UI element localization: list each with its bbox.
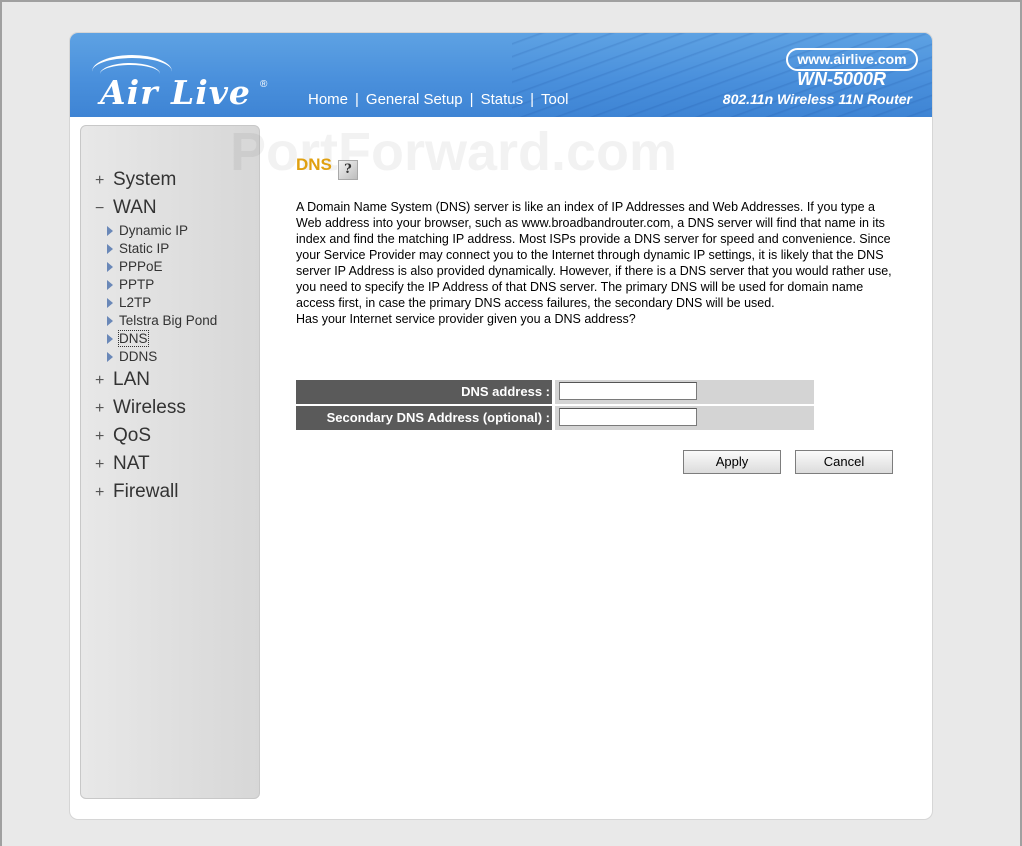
help-icon[interactable]: ? bbox=[337, 160, 358, 180]
submenu-item-label: PPPoE bbox=[119, 259, 163, 274]
nav-separator: | bbox=[530, 91, 534, 108]
submenu-item-label: PPTP bbox=[119, 277, 155, 292]
secondary-dns-cell bbox=[555, 406, 814, 430]
dns-address-label: DNS address : bbox=[296, 380, 552, 404]
sidebar-item-system[interactable]: + System bbox=[95, 166, 217, 194]
dns-form: DNS address : Secondary DNS Address (opt… bbox=[296, 380, 814, 432]
arrow-right-icon bbox=[107, 244, 113, 255]
sidebar-item-label: LAN bbox=[113, 369, 150, 390]
router-page: Air Live ® Home | General Setup | Status | Too… bbox=[70, 33, 932, 819]
dns-address-cell bbox=[555, 380, 814, 404]
window-frame-top bbox=[0, 0, 1022, 2]
secondary-dns-label: Secondary DNS Address (optional) : bbox=[296, 406, 552, 430]
arrow-right-icon bbox=[107, 352, 113, 363]
submenu-item-label: DNS bbox=[118, 330, 149, 347]
submenu-item-label: DDNS bbox=[119, 349, 158, 364]
wan-submenu: Dynamic IP Static IP PPPoE PPTP L2TP Tel… bbox=[107, 222, 217, 366]
airlive-logo: Air Live ® bbox=[92, 55, 272, 112]
submenu-item-label: Static IP bbox=[119, 241, 170, 256]
dns-address-input[interactable] bbox=[559, 382, 697, 400]
sidebar-item-label: QoS bbox=[113, 425, 152, 446]
nav-separator: | bbox=[355, 91, 359, 108]
page-description: A Domain Name System (DNS) server is lik… bbox=[296, 199, 896, 327]
sidebar-item-firewall[interactable]: + Firewall bbox=[95, 478, 217, 506]
logo-text: Air Live bbox=[100, 73, 251, 112]
submenu-item-dynamic-ip[interactable]: Dynamic IP bbox=[107, 222, 217, 240]
arrow-right-icon bbox=[107, 316, 113, 327]
expand-plus-icon: + bbox=[95, 400, 105, 417]
expand-plus-icon: + bbox=[95, 172, 105, 189]
submenu-item-label: Telstra Big Pond bbox=[119, 313, 218, 328]
model-name: WN-5000R bbox=[796, 69, 886, 89]
arrow-right-icon bbox=[107, 298, 113, 309]
sidebar-menu: + System − WAN Dynamic IP Static IP PPPoE … bbox=[95, 166, 217, 506]
arrow-right-icon bbox=[107, 280, 113, 291]
expand-plus-icon: + bbox=[95, 484, 105, 501]
submenu-item-pptp[interactable]: PPTP bbox=[107, 276, 217, 294]
apply-button[interactable]: Apply bbox=[683, 450, 781, 474]
expand-plus-icon: + bbox=[95, 372, 105, 389]
sidebar-item-nat[interactable]: + NAT bbox=[95, 450, 217, 478]
dns-address-row: DNS address : bbox=[296, 380, 814, 404]
arrow-right-icon bbox=[107, 334, 113, 345]
sidebar-item-label: Wireless bbox=[113, 397, 186, 418]
submenu-item-ddns[interactable]: DDNS bbox=[107, 348, 217, 366]
expand-plus-icon: + bbox=[95, 428, 105, 445]
submenu-item-l2tp[interactable]: L2TP bbox=[107, 294, 217, 312]
submenu-item-telstra-big-pond[interactable]: Telstra Big Pond bbox=[107, 312, 217, 330]
nav-status[interactable]: Status bbox=[481, 91, 524, 108]
secondary-dns-input[interactable] bbox=[559, 408, 697, 426]
sidebar-item-wireless[interactable]: + Wireless bbox=[95, 394, 217, 422]
website-url: www.airlive.com bbox=[786, 48, 918, 71]
sidebar-item-label: System bbox=[113, 169, 177, 190]
nav-general-setup[interactable]: General Setup bbox=[366, 91, 463, 108]
sidebar-item-lan[interactable]: + LAN bbox=[95, 366, 217, 394]
sidebar-item-label: Firewall bbox=[113, 481, 179, 502]
submenu-item-label: Dynamic IP bbox=[119, 223, 189, 238]
submenu-item-label: L2TP bbox=[119, 295, 152, 310]
header-banner: Air Live ® Home | General Setup | Status | Too… bbox=[70, 33, 932, 117]
nav-tool[interactable]: Tool bbox=[541, 91, 569, 108]
cancel-button[interactable]: Cancel bbox=[795, 450, 893, 474]
submenu-item-static-ip[interactable]: Static IP bbox=[107, 240, 217, 258]
submenu-item-pppoe[interactable]: PPPoE bbox=[107, 258, 217, 276]
sidebar-item-qos[interactable]: + QoS bbox=[95, 422, 217, 450]
description-text: A Domain Name System (DNS) server is lik… bbox=[296, 200, 892, 310]
collapse-minus-icon: − bbox=[95, 200, 105, 217]
model-description: 802.11n Wireless 11N Router bbox=[722, 91, 912, 107]
nav-separator: | bbox=[469, 91, 474, 108]
logo-registered-mark: ® bbox=[260, 79, 268, 90]
nav-home[interactable]: Home bbox=[308, 91, 348, 108]
sidebar: + System − WAN Dynamic IP Static IP PPPoE … bbox=[80, 125, 260, 799]
page-title: DNS? bbox=[296, 153, 896, 180]
sidebar-item-label: WAN bbox=[113, 197, 157, 218]
question-text: Has your Internet service provider given… bbox=[296, 312, 636, 326]
page-title-text: DNS bbox=[296, 155, 332, 174]
secondary-dns-row: Secondary DNS Address (optional) : bbox=[296, 406, 814, 430]
expand-plus-icon: + bbox=[95, 456, 105, 473]
window-frame-left bbox=[0, 0, 2, 846]
sidebar-item-label: NAT bbox=[113, 453, 150, 474]
sidebar-item-wan[interactable]: − WAN bbox=[95, 194, 217, 222]
arrow-right-icon bbox=[107, 262, 113, 273]
top-navigation: Home | General Setup | Status | Tool bbox=[308, 91, 569, 108]
submenu-item-dns[interactable]: DNS bbox=[107, 330, 217, 348]
arrow-right-icon bbox=[107, 226, 113, 237]
main-content: DNS? A Domain Name System (DNS) server i… bbox=[296, 153, 896, 326]
